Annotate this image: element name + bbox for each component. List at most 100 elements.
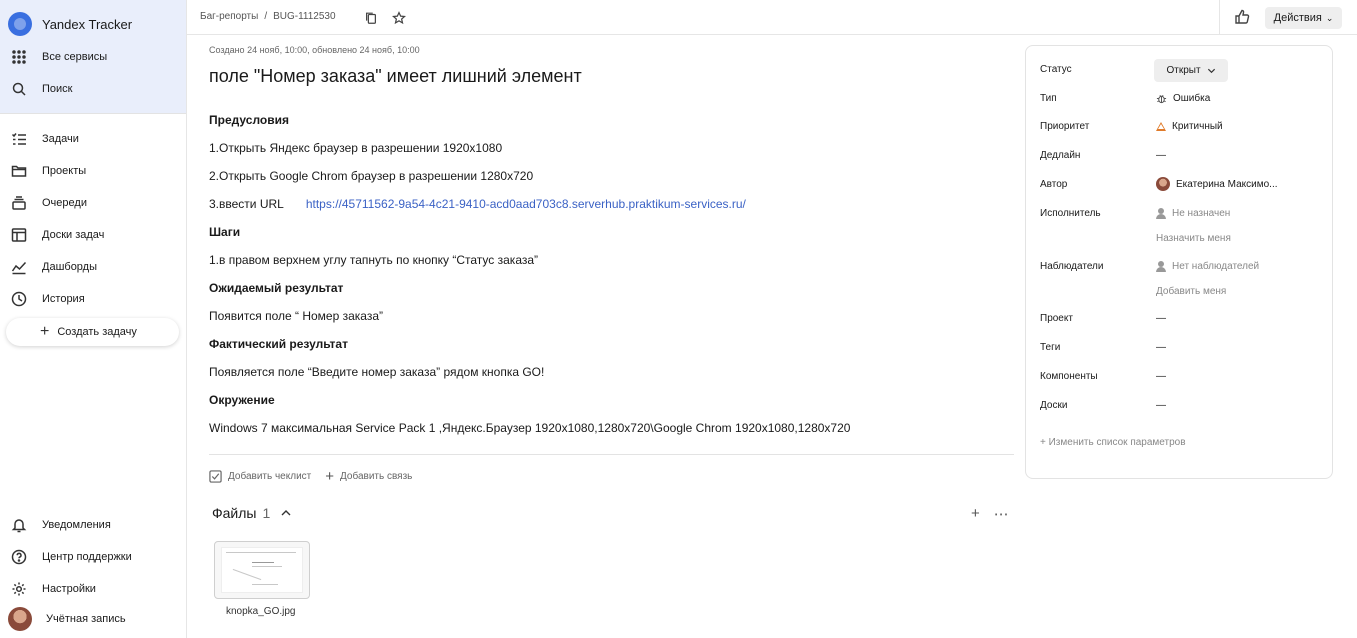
- components-value[interactable]: —: [1156, 371, 1166, 382]
- priority-critical-icon: [1156, 122, 1166, 131]
- author-avatar: [1156, 177, 1170, 191]
- issue-meta: Создано 24 нояб, 10:00, обновлено 24 ноя…: [209, 45, 420, 55]
- gear-icon: [10, 580, 28, 598]
- create-task-button[interactable]: + Создать задачу: [6, 318, 179, 346]
- sidebar-item-search[interactable]: Поиск: [10, 78, 72, 100]
- add-link-button[interactable]: + Добавить связь: [325, 468, 412, 485]
- actual-result: Появляется поле “Введите номер заказа” р…: [209, 365, 545, 379]
- author-label: Автор: [1040, 179, 1068, 190]
- user-icon: [1156, 208, 1166, 219]
- breadcrumb-queue[interactable]: Баг-репорты: [200, 11, 258, 22]
- sidebar-item-label: Проекты: [42, 165, 87, 177]
- issue-properties-panel: Статус Открыт Тип Ошибка Приоритет Крити…: [1025, 45, 1333, 479]
- bell-icon: [10, 516, 28, 534]
- sidebar-item-notifications[interactable]: Уведомления: [10, 514, 111, 536]
- url-link[interactable]: https://45711562-9a54-4c21-9410-acd0aad7…: [306, 197, 746, 211]
- precondition-3: 3.ввести URL https://45711562-9a54-4c21-9…: [209, 197, 746, 211]
- actions-button[interactable]: Действия ⌄: [1265, 7, 1342, 29]
- queue-icon: [10, 194, 28, 212]
- deadline-value[interactable]: —: [1156, 150, 1166, 161]
- add-checklist-button[interactable]: Добавить чеклист: [209, 468, 311, 485]
- section-heading-steps: Шаги: [209, 225, 241, 239]
- star-icon[interactable]: [391, 10, 407, 26]
- tags-value[interactable]: —: [1156, 342, 1166, 353]
- type-value: Ошибка: [1173, 93, 1211, 104]
- file-thumbnail[interactable]: [214, 541, 310, 599]
- sidebar-divider: [0, 113, 186, 114]
- sidebar-item-queues[interactable]: Очереди: [10, 192, 87, 214]
- copy-icon[interactable]: [363, 10, 379, 26]
- search-icon: [10, 80, 28, 98]
- edit-params-link[interactable]: + Изменить список параметров: [1040, 437, 1186, 448]
- sidebar-item-label: История: [42, 293, 85, 305]
- create-task-label: Создать задачу: [57, 326, 137, 338]
- sidebar-item-label: Уведомления: [42, 519, 111, 531]
- add-file-icon[interactable]: +: [971, 505, 980, 523]
- chevron-down-icon: [1207, 68, 1215, 74]
- breadcrumb: Баг-репорты / BUG-1112530: [200, 11, 336, 22]
- author-field[interactable]: Екатерина Максимо...: [1156, 177, 1278, 191]
- assign-me-link[interactable]: Назначить меня: [1156, 233, 1231, 244]
- chart-icon: [10, 258, 28, 276]
- assignee-value: Не назначен: [1172, 208, 1231, 219]
- plus-icon: +: [325, 468, 334, 485]
- checkbox-icon: [209, 470, 222, 483]
- type-field[interactable]: Ошибка: [1156, 93, 1210, 104]
- environment: Windows 7 максимальная Service Pack 1 ,Я…: [209, 421, 851, 435]
- project-value[interactable]: —: [1156, 313, 1166, 324]
- sidebar-item-support[interactable]: Центр поддержки: [10, 546, 132, 568]
- sidebar-item-boards[interactable]: Доски задач: [10, 224, 104, 246]
- boards-value[interactable]: —: [1156, 400, 1166, 411]
- status-dropdown[interactable]: Открыт: [1154, 59, 1228, 82]
- brand-name: Yandex Tracker: [42, 16, 133, 32]
- topbar: Баг-репорты / BUG-1112530 Действия ⌄: [187, 0, 1357, 35]
- brand[interactable]: Yandex Tracker: [8, 12, 132, 36]
- file-preview-image: [221, 547, 303, 593]
- file-name[interactable]: knopka_GO.jpg: [226, 606, 296, 617]
- sidebar-item-projects[interactable]: Проекты: [10, 160, 86, 182]
- sidebar-item-settings[interactable]: Настройки: [10, 578, 96, 600]
- status-label: Статус: [1040, 64, 1072, 75]
- boards-label: Доски: [1040, 400, 1068, 411]
- issue-title[interactable]: поле "Номер заказа" имеет лишний элемент: [209, 66, 582, 87]
- avatar: [8, 607, 32, 631]
- sidebar: Yandex Tracker Все сервисы Поиск Задачи …: [0, 0, 187, 638]
- sidebar-item-account[interactable]: Учётная запись: [8, 607, 126, 631]
- sidebar-item-all-services[interactable]: Все сервисы: [10, 46, 107, 68]
- assignee-field[interactable]: Не назначен: [1156, 208, 1230, 219]
- section-heading-expected: Ожидаемый результат: [209, 281, 344, 295]
- expected-result: Появится поле “ Номер заказа”: [209, 309, 383, 323]
- breadcrumb-separator: /: [264, 11, 268, 22]
- content-divider: [209, 454, 1014, 455]
- actions-label: Действия: [1273, 12, 1322, 24]
- author-value: Екатерина Максимо...: [1176, 178, 1278, 190]
- plus-icon: +: [40, 323, 50, 340]
- section-heading-environment: Окружение: [209, 393, 275, 407]
- more-icon[interactable]: ⋯: [994, 505, 1009, 523]
- add-actions-row: Добавить чеклист + Добавить связь: [209, 468, 412, 485]
- topbar-separator: [1219, 0, 1220, 35]
- project-label: Проект: [1040, 313, 1073, 324]
- help-icon: [10, 548, 28, 566]
- user-icon: [1156, 261, 1166, 272]
- followers-field[interactable]: Нет наблюдателей: [1156, 261, 1259, 272]
- tags-label: Теги: [1040, 342, 1061, 353]
- assignee-label: Исполнитель: [1040, 208, 1101, 219]
- chevron-down-icon: ⌄: [1325, 12, 1334, 23]
- status-value: Открыт: [1166, 65, 1201, 76]
- files-label: Файлы: [212, 505, 257, 521]
- sidebar-item-tasks[interactable]: Задачи: [10, 128, 79, 150]
- sidebar-item-dashboards[interactable]: Дашборды: [10, 256, 97, 278]
- sidebar-item-history[interactable]: История: [10, 288, 85, 310]
- followers-value: Нет наблюдателей: [1172, 261, 1260, 272]
- files-header[interactable]: Файлы 1: [212, 505, 292, 521]
- like-icon[interactable]: [1234, 9, 1250, 25]
- priority-field[interactable]: Критичный: [1156, 121, 1223, 132]
- sidebar-item-label: Очереди: [42, 197, 87, 209]
- clock-icon: [10, 290, 28, 308]
- add-me-link[interactable]: Добавить меня: [1156, 286, 1226, 297]
- folder-icon: [10, 162, 28, 180]
- add-checklist-label: Добавить чеклист: [228, 471, 312, 482]
- breadcrumb-issue-key[interactable]: BUG-1112530: [273, 11, 335, 22]
- sidebar-item-label: Центр поддержки: [42, 551, 132, 563]
